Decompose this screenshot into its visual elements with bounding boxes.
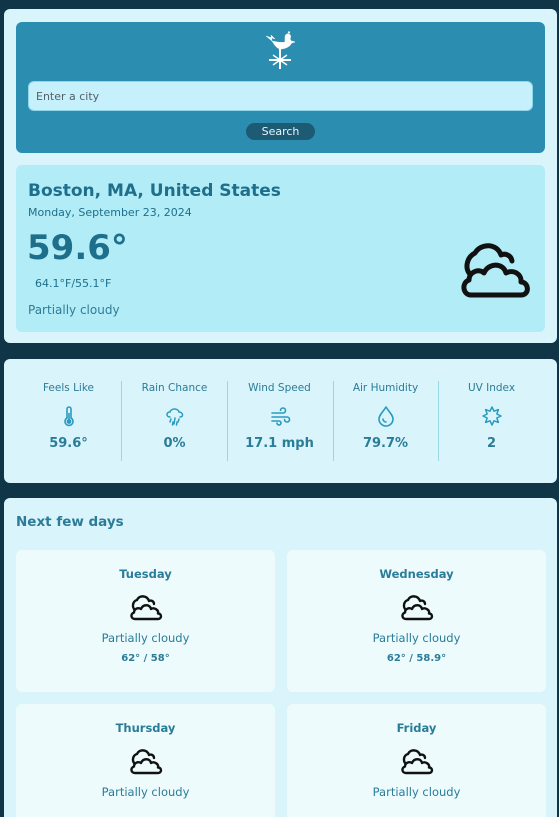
metric-label: Wind Speed [248, 382, 311, 394]
sun-icon [481, 406, 502, 426]
metric-label: Air Humidity [352, 382, 419, 394]
forecast-day: Wednesday [379, 567, 454, 581]
city-search-input[interactable] [28, 81, 533, 111]
metric-air-humidity: Air Humidity 79.7% [333, 381, 438, 461]
metric-rain-chance: Rain Chance 0% [122, 381, 227, 461]
current-temperature: 59.6° [27, 228, 128, 268]
cloud-rain-icon [165, 408, 183, 426]
metric-value: 79.7% [362, 436, 409, 451]
metric-value: 2 [486, 436, 497, 451]
search-button[interactable]: Search [246, 123, 315, 140]
current-condition: Partially cloudy [28, 303, 120, 317]
forecast-card-wednesday: Wednesday Partially cloudy 62° / 58.9° [287, 550, 546, 692]
metric-label: Rain Chance [141, 382, 208, 394]
thermometer-icon [63, 406, 74, 427]
forecast-day: Friday [396, 721, 437, 735]
metric-value: 17.1 mph [245, 436, 314, 451]
partly-cloudy-icon [400, 595, 433, 621]
partly-cloudy-icon [400, 749, 433, 775]
forecast-condition: Partially cloudy [101, 631, 190, 645]
metric-wind-speed: Wind Speed 17.1 mph [227, 381, 332, 461]
location-name: Boston, MA, United States [28, 181, 281, 201]
forecast-panel: Next few days Tuesday Partially cloudy 6… [4, 498, 557, 817]
metric-label: UV Index [467, 382, 516, 394]
forecast-card-thursday: Thursday Partially cloudy [16, 704, 275, 817]
current-date: Monday, September 23, 2024 [28, 206, 192, 219]
partly-cloudy-icon [129, 749, 162, 775]
metric-value: 59.6° [49, 436, 88, 451]
forecast-condition: Partially cloudy [101, 785, 190, 799]
weathervane-rooster-icon [265, 31, 296, 69]
droplet-icon [377, 406, 394, 427]
wind-icon [270, 407, 290, 426]
partly-cloudy-icon [461, 243, 530, 298]
metric-uv-index: UV Index 2 [439, 381, 544, 461]
metric-value: 0% [163, 436, 186, 451]
forecast-day: Thursday [115, 721, 176, 735]
forecast-day: Tuesday [119, 567, 172, 581]
forecast-title: Next few days [16, 514, 124, 530]
high-low-temperature: 64.1°F/55.1°F [35, 277, 112, 290]
metric-feels-like: Feels Like 59.6° [16, 381, 121, 461]
metric-label: Feels Like [42, 382, 95, 394]
forecast-condition: Partially cloudy [372, 785, 461, 799]
partly-cloudy-icon [129, 595, 162, 621]
forecast-card-friday: Friday Partially cloudy [287, 704, 546, 817]
forecast-range: 62° / 58° [121, 653, 170, 664]
metrics-panel: Feels Like 59.6° Rain Chance 0% Wind Spe… [4, 359, 557, 483]
forecast-range: 62° / 58.9° [386, 653, 447, 664]
current-weather-card: Boston, MA, United States Monday, Septem… [16, 165, 545, 332]
forecast-condition: Partially cloudy [372, 631, 461, 645]
forecast-card-tuesday: Tuesday Partially cloudy 62° / 58° [16, 550, 275, 692]
